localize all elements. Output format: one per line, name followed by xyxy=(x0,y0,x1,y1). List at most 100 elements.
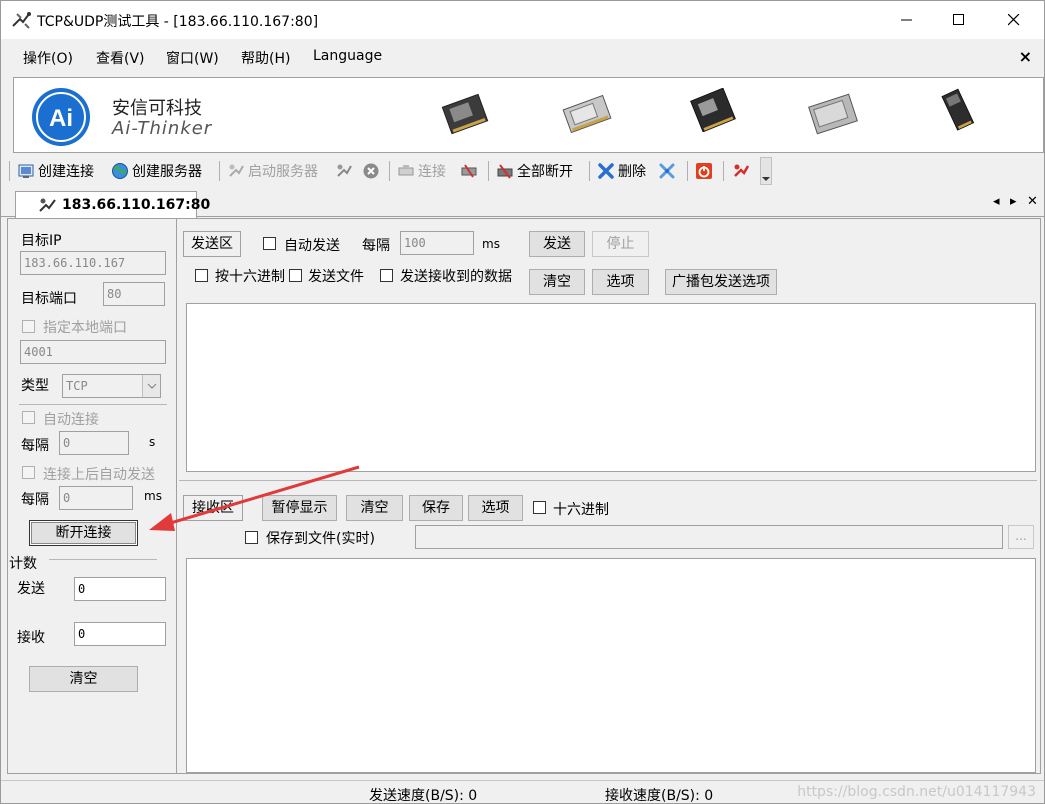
auto-connect-interval-field[interactable]: 0 xyxy=(59,431,129,455)
type-select-value: TCP xyxy=(66,379,88,393)
recv-speed-status: 接收速度(B/S): 0 xyxy=(605,788,714,804)
wifi-module-image xyxy=(441,93,489,135)
toolbar-overflow-button[interactable] xyxy=(760,157,772,185)
title-bar: TCP&UDP测试工具 - [183.66.110.167:80] xyxy=(1,1,1044,39)
local-port-field[interactable]: 4001 xyxy=(20,340,166,364)
divider xyxy=(49,559,157,560)
recv-options-button[interactable]: 选项 xyxy=(468,495,523,521)
wifi-module-image xyxy=(562,94,612,134)
send-textarea[interactable] xyxy=(186,303,1036,472)
auto-send-label: 自动发送 xyxy=(284,238,340,254)
send-button[interactable]: 发送 xyxy=(529,231,585,257)
type-select[interactable]: TCP xyxy=(62,374,161,398)
local-port-checkbox[interactable] xyxy=(22,320,35,333)
menu-language[interactable]: Language xyxy=(313,48,382,64)
exit-icon xyxy=(734,164,750,177)
close-window-button[interactable] xyxy=(991,1,1037,39)
target-port-label: 目标端口 xyxy=(21,291,77,307)
recv-count-label: 接收 xyxy=(17,630,45,646)
auto-send-interval-field[interactable]: 0 xyxy=(59,486,133,510)
disconnect-all-button[interactable]: 全部断开 xyxy=(496,161,573,181)
type-label: 类型 xyxy=(21,378,49,394)
connection-tabs: 183.66.110.167:80 ◂ ▸ ✕ xyxy=(1,189,1044,218)
recv-count-field[interactable]: 0 xyxy=(74,622,166,646)
stop-server-button[interactable] xyxy=(335,161,356,181)
tab-scroll-left-button[interactable]: ◂ xyxy=(993,194,1000,209)
menu-help[interactable]: 帮助(H) xyxy=(241,48,290,68)
recv-hex-checkbox[interactable] xyxy=(533,501,546,514)
send-hex-checkbox[interactable] xyxy=(195,269,208,282)
start-server-label: 启动服务器 xyxy=(248,164,318,180)
toolbar-separator xyxy=(389,161,390,181)
send-interval-field[interactable]: 100 xyxy=(400,231,474,255)
delete-button[interactable]: 删除 xyxy=(597,161,646,181)
menu-view[interactable]: 查看(V) xyxy=(96,48,145,68)
wifi-module-image xyxy=(690,88,736,132)
tab-scroll-right-button[interactable]: ▸ xyxy=(1010,194,1017,209)
send-interval-label: 每隔 xyxy=(362,238,390,254)
create-server-button[interactable]: 创建服务器 xyxy=(111,161,202,181)
brand-name-cn: 安信可科技 xyxy=(112,98,202,119)
interval-label: 每隔 xyxy=(21,438,49,454)
clear-count-button[interactable]: 清空 xyxy=(29,666,138,692)
disconnect-all-icon xyxy=(497,164,513,179)
tab-close-button[interactable]: ✕ xyxy=(1027,194,1038,209)
toolbar-grip xyxy=(9,161,10,181)
svg-text:Ai: Ai xyxy=(49,105,73,132)
local-port-label: 指定本地端口 xyxy=(43,320,127,336)
minimize-icon xyxy=(901,19,912,21)
disconnect-connection-button[interactable]: 断开连接 xyxy=(29,520,138,546)
cancel-button[interactable] xyxy=(362,161,383,181)
send-received-label: 发送接收到的数据 xyxy=(400,269,512,285)
minimize-button[interactable] xyxy=(884,1,930,39)
interval-label-2: 每隔 xyxy=(21,492,49,508)
menu-operate[interactable]: 操作(O) xyxy=(23,48,73,68)
close-icon xyxy=(1008,14,1020,26)
tab-connection[interactable]: 183.66.110.167:80 xyxy=(15,191,210,218)
create-connection-button[interactable]: 创建连接 xyxy=(17,161,94,181)
power-button[interactable] xyxy=(695,161,716,181)
maximize-button[interactable] xyxy=(936,1,982,39)
wifi-module-image xyxy=(941,88,975,131)
chevron-down-icon xyxy=(142,375,160,397)
divider xyxy=(19,404,167,405)
brand-name-en: Ai-Thinker xyxy=(112,118,213,139)
send-count-field[interactable]: 0 xyxy=(74,577,166,601)
watermark: https://blog.csdn.net/u014117943 xyxy=(797,784,1036,800)
recv-textarea[interactable] xyxy=(186,558,1036,773)
browse-button[interactable]: ... xyxy=(1008,525,1034,549)
delete-all-icon xyxy=(659,163,675,179)
save-file-path-field[interactable] xyxy=(415,525,1003,549)
brand-banner: Ai 安信可科技 Ai-Thinker xyxy=(13,77,1044,153)
connect-button[interactable]: 连接 xyxy=(397,161,446,181)
auto-connect-checkbox[interactable] xyxy=(22,411,35,424)
create-connection-icon xyxy=(18,164,34,178)
annotation-arrow xyxy=(149,465,360,531)
menu-bar: 操作(O) 查看(V) 窗口(W) 帮助(H) Language × xyxy=(1,39,1044,75)
target-port-field[interactable]: 80 xyxy=(103,282,165,306)
target-ip-field[interactable]: 183.66.110.167 xyxy=(20,251,166,275)
recv-save-button[interactable]: 保存 xyxy=(409,495,463,521)
send-clear-button[interactable]: 清空 xyxy=(529,269,585,295)
maximize-icon xyxy=(953,14,964,25)
disconnect-button[interactable] xyxy=(460,161,481,181)
app-window: TCP&UDP测试工具 - [183.66.110.167:80] 操作(O) … xyxy=(0,0,1045,804)
auto-send-after-connect-checkbox[interactable] xyxy=(22,466,35,479)
menu-window[interactable]: 窗口(W) xyxy=(166,48,219,68)
send-interval-unit: ms xyxy=(482,237,500,251)
stop-button[interactable]: 停止 xyxy=(592,231,649,257)
menu-close-button[interactable]: × xyxy=(1019,47,1032,66)
ai-thinker-logo: Ai xyxy=(32,88,90,146)
delete-all-button[interactable] xyxy=(658,161,679,181)
connect-label: 连接 xyxy=(418,164,446,180)
send-received-checkbox[interactable] xyxy=(380,269,393,282)
send-options-button[interactable]: 选项 xyxy=(592,269,649,295)
start-server-button[interactable]: 启动服务器 xyxy=(227,161,318,181)
stop-server-icon xyxy=(337,164,352,177)
broadcast-options-button[interactable]: 广播包发送选项 xyxy=(665,269,777,295)
auto-send-checkbox[interactable] xyxy=(263,237,276,250)
toolbar-separator xyxy=(488,161,489,181)
send-file-checkbox[interactable] xyxy=(289,269,302,282)
app-icon xyxy=(11,10,33,30)
exit-button[interactable] xyxy=(732,161,753,181)
